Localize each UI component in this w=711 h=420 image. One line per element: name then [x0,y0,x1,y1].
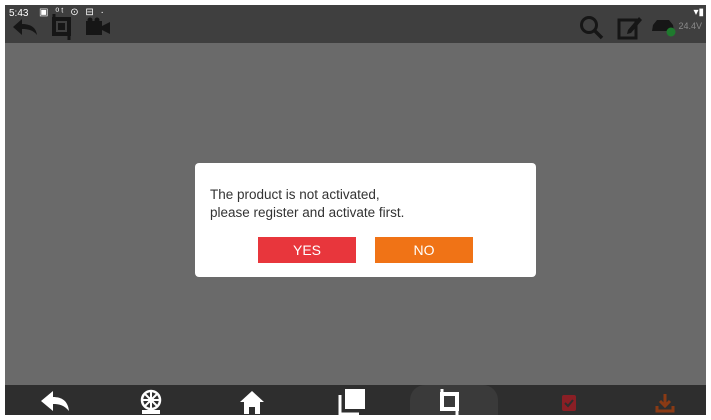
pages-icon[interactable] [337,389,365,415]
device-screen: 5:43 ▣ ⁰ᵗ ⊙ ⊟ · ▾▮ 24.4V The product is … [5,5,706,415]
wifi-battery-icon: ▾▮ [693,7,704,18]
crop-icon[interactable] [437,389,463,415]
download-icon[interactable] [655,393,675,413]
dialog-message-line-2: please register and activate first. [210,205,405,220]
crop-icon[interactable] [49,14,75,40]
voltage-readout: 24.4V [678,21,702,31]
dialog-message: The product is not activated, please reg… [210,186,404,222]
no-button[interactable]: NO [375,237,473,263]
steering-wheel-icon[interactable] [139,389,163,415]
video-icon[interactable] [85,17,111,37]
bottom-nav [5,385,706,415]
home-icon[interactable] [239,389,265,415]
top-toolbar: 5:43 ▣ ⁰ᵗ ⊙ ⊟ · ▾▮ 24.4V [5,5,706,43]
back-icon[interactable] [39,389,71,413]
search-icon[interactable] [579,15,605,41]
dialog-message-line-1: The product is not activated, [210,187,380,202]
activation-dialog: The product is not activated, please reg… [195,163,536,277]
edit-icon[interactable] [617,15,643,41]
car-status-icon[interactable] [650,17,678,37]
yes-button[interactable]: YES [258,237,356,263]
back-arrow-icon[interactable] [11,17,39,37]
report-icon[interactable] [560,395,578,413]
